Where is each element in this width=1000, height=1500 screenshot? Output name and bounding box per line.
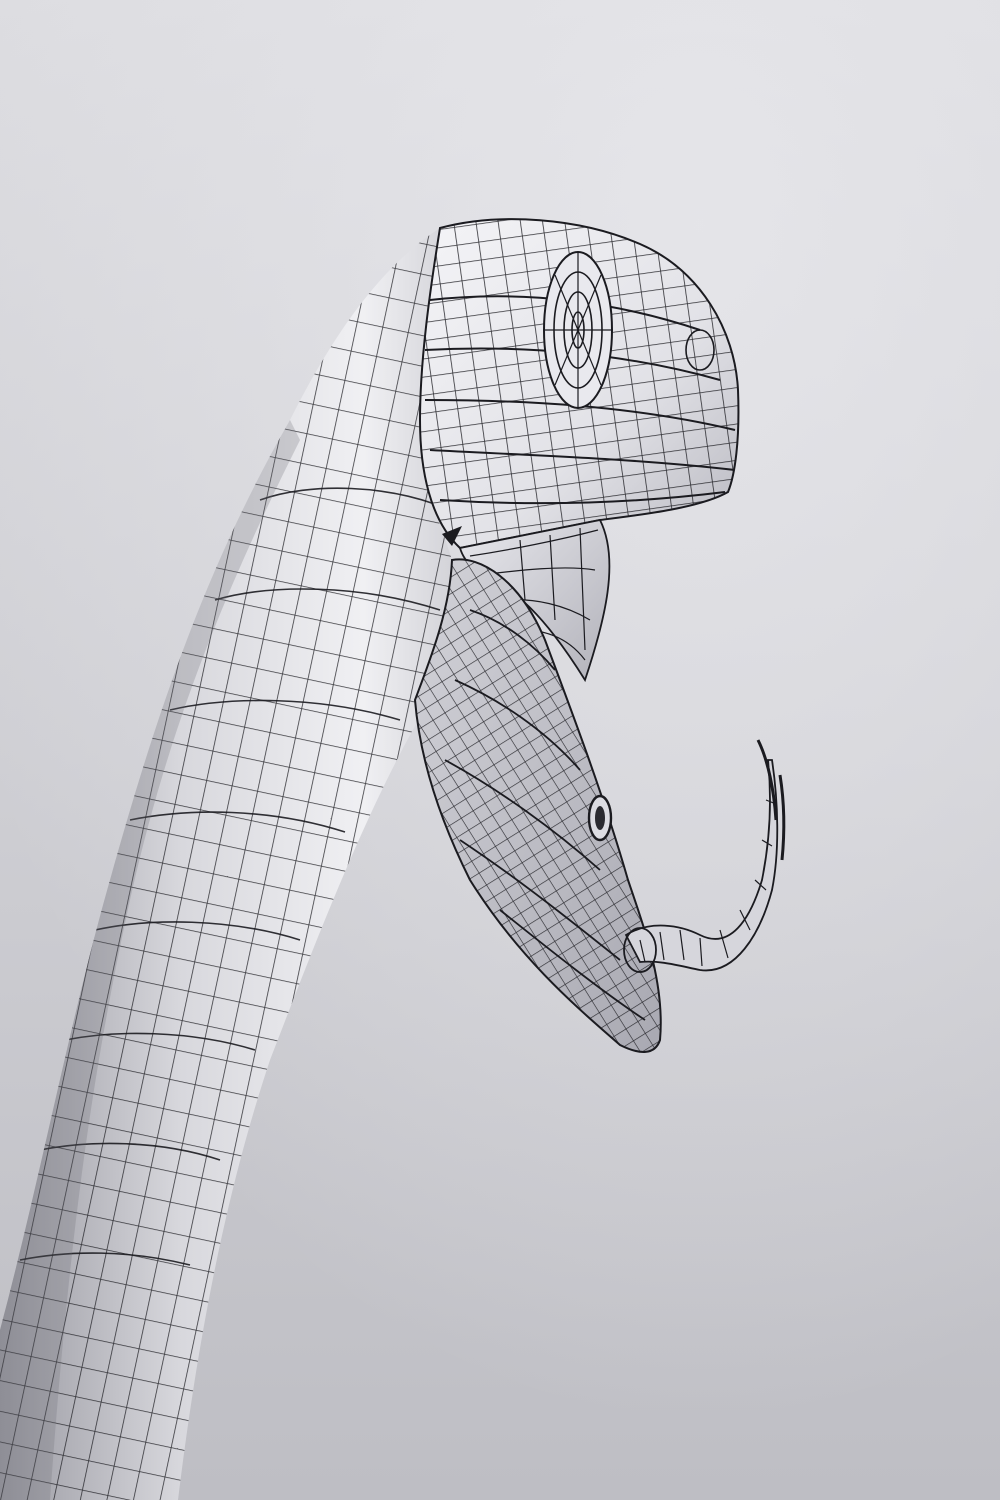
- glottis: [587, 794, 613, 842]
- eye: [543, 251, 613, 409]
- snake-render: [0, 0, 1000, 1500]
- render-viewport: [0, 0, 1000, 1500]
